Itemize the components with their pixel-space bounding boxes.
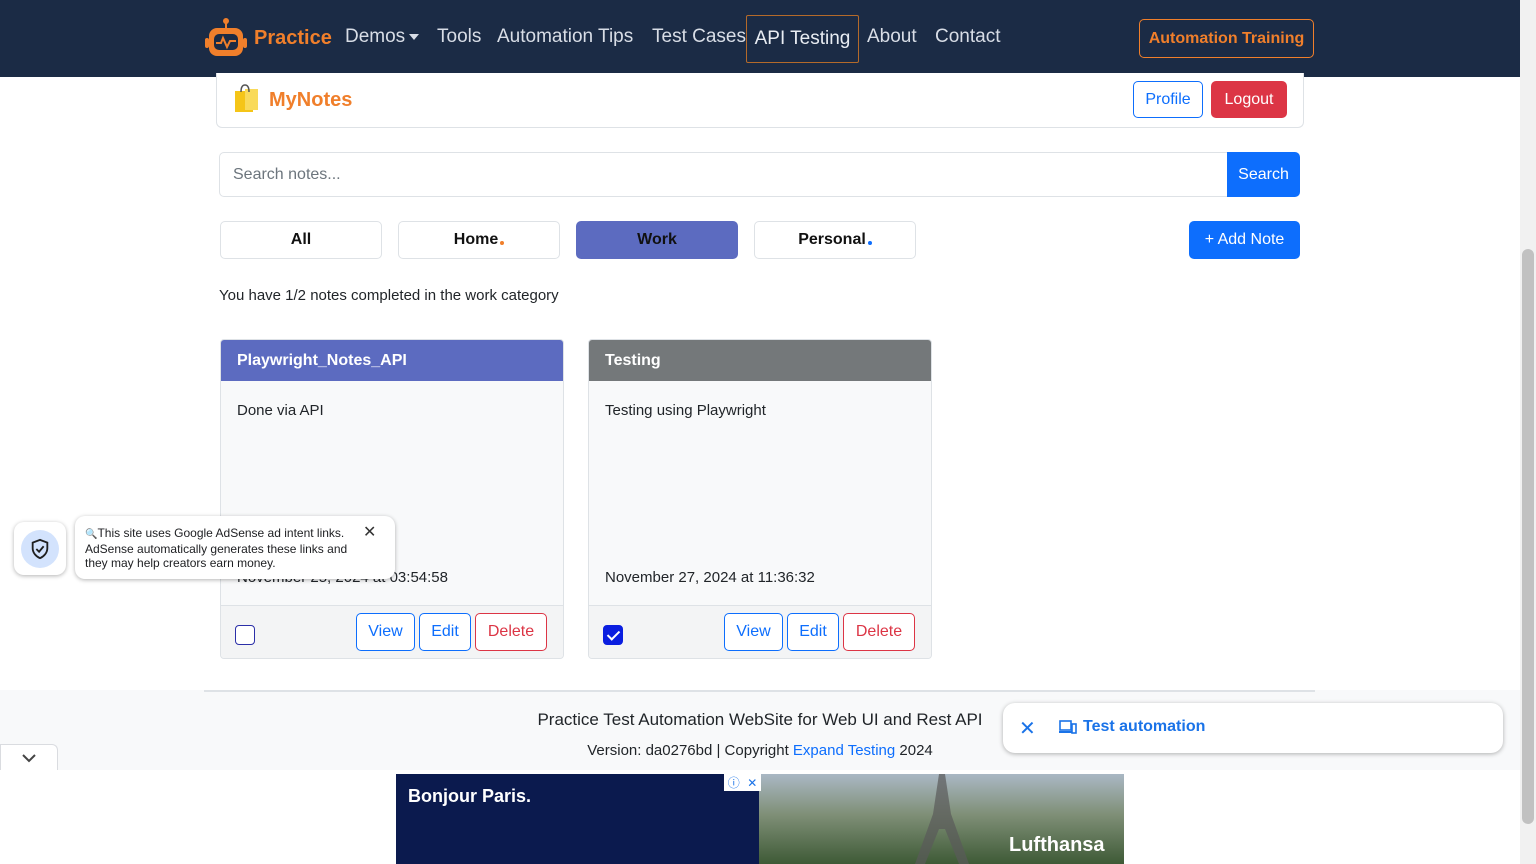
eiffel-tower-icon: [915, 774, 969, 864]
caret-down-icon: [409, 33, 420, 40]
mynotes-header: MyNotes Profile Logout: [216, 73, 1304, 128]
note-completed-checkbox[interactable]: [603, 625, 623, 645]
logout-button[interactable]: Logout: [1211, 81, 1287, 118]
ad-image: Lufthansa: [759, 774, 1124, 864]
search-notes-input[interactable]: [219, 152, 1228, 197]
note-card-title: Testing: [589, 340, 931, 381]
footer-divider: [204, 690, 1315, 692]
note-card-footer: View Edit Delete: [221, 605, 563, 658]
view-note-button[interactable]: View: [724, 613, 783, 651]
nav-about[interactable]: About: [867, 26, 917, 48]
progress-info: You have 1/2 notes completed in the work…: [219, 287, 559, 304]
ad-choices[interactable]: ⓘ ✕: [724, 774, 761, 791]
adsense-tooltip-text: This site uses Google AdSense ad intent …: [85, 526, 348, 570]
brand-name: Practice: [254, 26, 332, 49]
chevron-down-icon: [22, 753, 36, 762]
profile-button[interactable]: Profile: [1133, 81, 1203, 118]
search-chip-label[interactable]: Test automation: [1083, 718, 1205, 736]
mynotes-title[interactable]: MyNotes: [269, 89, 352, 112]
top-navbar: Practice Demos Tools Automation Tips Tes…: [0, 0, 1520, 77]
nav-contact[interactable]: Contact: [935, 26, 1000, 48]
note-completed-checkbox[interactable]: [235, 625, 255, 645]
info-icon[interactable]: ⓘ: [728, 774, 740, 791]
ad-headline: Bonjour Paris.: [408, 786, 532, 806]
expand-testing-link[interactable]: Expand Testing: [793, 742, 895, 759]
nav-tools[interactable]: Tools: [437, 26, 481, 48]
robot-logo-icon: [205, 18, 247, 56]
category-personal[interactable]: Personal: [754, 221, 916, 259]
note-card-title: Playwright_Notes_API: [221, 340, 563, 381]
close-icon[interactable]: ✕: [747, 776, 757, 790]
nav-test-cases[interactable]: Test Cases: [652, 26, 746, 48]
nav-api-testing[interactable]: API Testing: [746, 15, 859, 63]
note-card: Testing Testing using Playwright Novembe…: [588, 339, 932, 659]
brand-link[interactable]: Practice: [204, 16, 332, 60]
adsense-tooltip: 🔍This site uses Google AdSense ad intent…: [75, 516, 395, 579]
devices-icon: [1059, 720, 1077, 734]
close-icon[interactable]: ✕: [363, 525, 376, 541]
category-home[interactable]: Home: [398, 221, 560, 259]
scrollbar-thumb[interactable]: [1522, 249, 1534, 824]
search-button[interactable]: Search: [1227, 152, 1300, 197]
delete-note-button[interactable]: Delete: [843, 613, 915, 651]
category-all[interactable]: All: [220, 221, 382, 259]
note-card: Playwright_Notes_API Done via API Novemb…: [220, 339, 564, 659]
note-card-footer: View Edit Delete: [589, 605, 931, 658]
ad-intent-search-chip[interactable]: ✕ Test automation: [1003, 703, 1503, 753]
automation-training-button[interactable]: Automation Training: [1139, 19, 1314, 58]
note-card-date: November 27, 2024 at 11:36:32: [605, 569, 815, 586]
close-icon[interactable]: ✕: [1019, 716, 1036, 741]
edit-note-button[interactable]: Edit: [787, 613, 839, 651]
personal-dot-icon: [867, 241, 872, 245]
nav-automation-tips[interactable]: Automation Tips: [497, 26, 633, 48]
ad-banner[interactable]: Bonjour Paris. Lufthansa ⓘ ✕: [396, 774, 1124, 864]
nav-demos[interactable]: Demos: [345, 26, 420, 48]
ad-brand: Lufthansa: [1009, 834, 1105, 856]
delete-note-button[interactable]: Delete: [475, 613, 547, 651]
category-work[interactable]: Work: [576, 221, 738, 259]
collapse-ad-button[interactable]: [0, 744, 58, 770]
note-card-description: Testing using Playwright: [605, 402, 766, 419]
home-dot-icon: [500, 241, 505, 245]
notes-bag-icon: [235, 84, 258, 112]
shield-check-icon: [31, 538, 49, 559]
add-note-button[interactable]: + Add Note: [1189, 221, 1300, 259]
adsense-shield-button[interactable]: [14, 522, 66, 575]
view-note-button[interactable]: View: [356, 613, 415, 651]
magnifier-icon: 🔍: [85, 529, 98, 540]
note-card-description: Done via API: [237, 402, 324, 419]
edit-note-button[interactable]: Edit: [419, 613, 471, 651]
